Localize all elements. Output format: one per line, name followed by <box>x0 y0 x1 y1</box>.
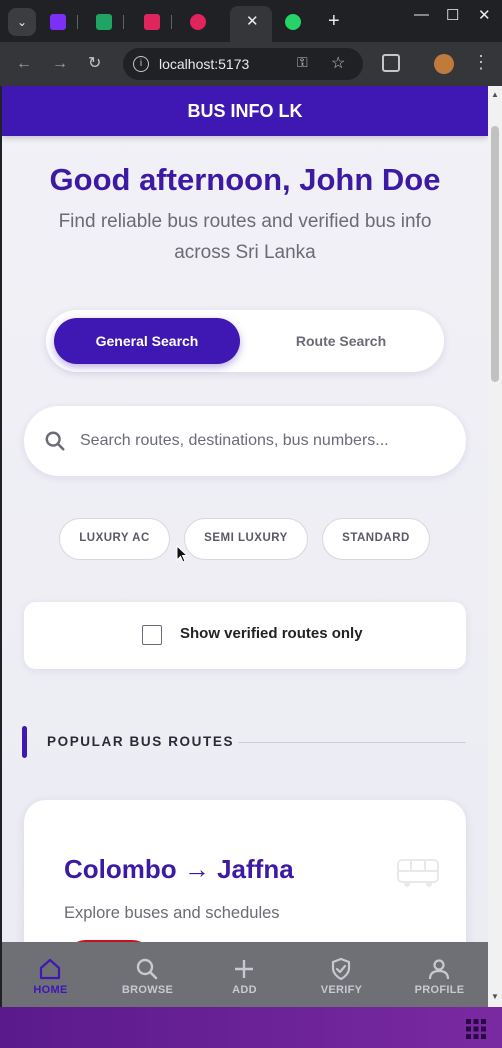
close-tab-icon[interactable]: ✕ <box>246 12 259 30</box>
section-divider <box>238 742 466 743</box>
browser-tab[interactable] <box>178 8 218 36</box>
app-grid-icon[interactable] <box>466 1019 486 1039</box>
search-icon <box>45 431 65 451</box>
bookmark-star-icon[interactable]: ☆ <box>331 53 345 73</box>
app-header: BUS INFO LK <box>2 86 488 136</box>
search-icon <box>136 958 158 980</box>
scroll-down-icon[interactable]: ▼ <box>491 992 499 1001</box>
maximize-icon[interactable]: ☐ <box>446 6 459 24</box>
os-taskbar <box>0 1007 502 1048</box>
search-input[interactable] <box>80 426 450 456</box>
search-mode-toggle: General Search Route Search <box>46 310 444 372</box>
pdf-icon <box>144 14 160 30</box>
new-tab-button[interactable]: + <box>328 8 340 34</box>
reload-icon[interactable]: ↻ <box>88 54 101 74</box>
password-key-icon[interactable]: ⚿ <box>297 54 308 71</box>
general-search-tab[interactable]: General Search <box>54 318 240 364</box>
bus-icon <box>397 859 439 887</box>
nav-browse-label: BROWSE <box>121 984 174 996</box>
filter-chip-standard[interactable]: STANDARD <box>322 518 430 560</box>
filter-chip-semi-luxury[interactable]: SEMI LUXURY <box>184 518 308 560</box>
filter-chip-luxury-ac[interactable]: LUXURY AC <box>59 518 170 560</box>
verified-filter-box: Show verified routes only <box>24 602 466 669</box>
route-card-description: Explore buses and schedules <box>64 904 280 922</box>
address-bar[interactable]: i localhost:5173 ⚿ ☆ <box>123 48 363 80</box>
greeting-title: Good afternoon, John Doe <box>49 162 441 197</box>
minimize-icon[interactable]: — <box>414 6 429 23</box>
back-icon[interactable]: ← <box>16 54 32 74</box>
nav-profile[interactable]: PROFILE <box>391 942 488 1007</box>
scroll-up-icon[interactable]: ▲ <box>491 90 499 99</box>
bottom-navigation: HOME BROWSE ADD VERIFY PROFILE <box>2 942 488 1007</box>
browser-tab[interactable] <box>38 8 78 36</box>
extensions-icon[interactable] <box>382 54 400 72</box>
plus-icon <box>235 960 253 978</box>
browser-tab[interactable] <box>84 8 124 36</box>
page-subtitle: Find reliable bus routes and verified bu… <box>58 211 432 263</box>
user-icon <box>428 959 450 980</box>
scrollbar-thumb[interactable] <box>491 126 499 382</box>
shield-check-icon <box>331 957 351 981</box>
browser-tab-strip: ⌄ ✕ + — ☐ ✕ <box>0 0 502 42</box>
browser-tab[interactable] <box>273 8 313 36</box>
browser-tab-active[interactable]: ✕ <box>230 6 272 42</box>
browser-tab[interactable] <box>132 8 172 36</box>
browser-menu-icon[interactable]: ⋮ <box>472 52 490 73</box>
nav-add[interactable]: ADD <box>196 942 293 1007</box>
verified-checkbox-label[interactable]: Show verified routes only <box>180 625 363 642</box>
canva-icon <box>190 14 206 30</box>
sheets-icon <box>96 14 112 30</box>
url-text[interactable]: localhost:5173 <box>159 56 249 72</box>
tab-search-dropdown[interactable]: ⌄ <box>8 8 36 36</box>
section-title: POPULAR BUS ROUTES <box>47 734 235 749</box>
verified-checkbox[interactable] <box>142 625 162 645</box>
profile-avatar[interactable] <box>434 54 454 74</box>
mouse-cursor-icon <box>176 545 188 563</box>
nav-profile-label: PROFILE <box>414 984 465 996</box>
forward-icon[interactable]: → <box>52 54 68 74</box>
nav-verify-label: VERIFY <box>320 984 363 996</box>
docs-icon <box>50 14 66 30</box>
browser-toolbar: ← → ↻ i localhost:5173 ⚿ ☆ ⋮ <box>0 42 502 86</box>
page-scrollbar[interactable]: ▲ ▼ <box>488 86 502 1007</box>
close-window-icon[interactable]: ✕ <box>478 6 491 24</box>
route-card-title: Colombo → Jaffna <box>64 854 294 884</box>
home-icon <box>39 958 61 980</box>
page-viewport: BUS INFO LK Good afternoon, John Doe Fin… <box>2 86 488 1007</box>
section-accent-bar <box>22 726 27 758</box>
nav-verify[interactable]: VERIFY <box>293 942 390 1007</box>
route-search-tab[interactable]: Route Search <box>248 318 434 364</box>
nav-home[interactable]: HOME <box>2 942 99 1007</box>
site-info-icon[interactable]: i <box>133 56 149 72</box>
search-box <box>24 406 466 476</box>
nav-browse[interactable]: BROWSE <box>99 942 196 1007</box>
nav-add-label: ADD <box>232 984 257 996</box>
nav-home-label: HOME <box>33 984 68 996</box>
whatsapp-icon <box>285 14 301 30</box>
